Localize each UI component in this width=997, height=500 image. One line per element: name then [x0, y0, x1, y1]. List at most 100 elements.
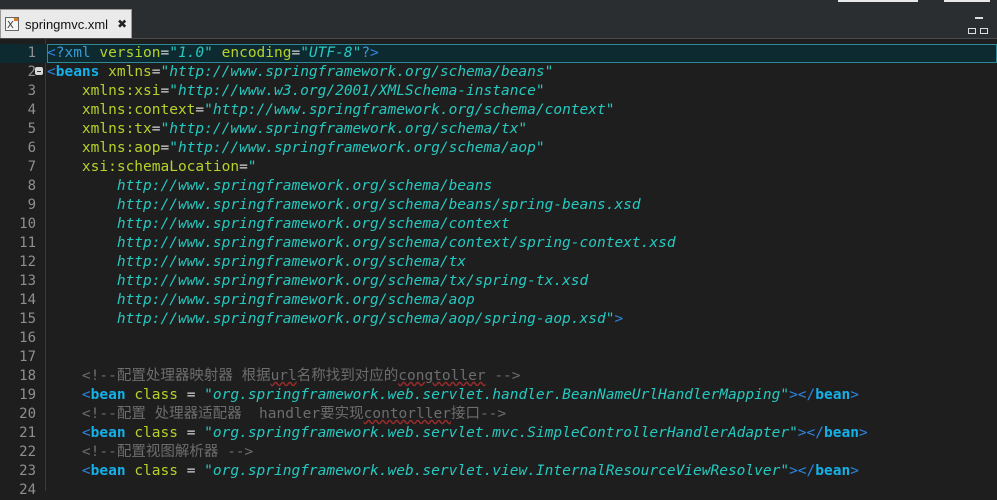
close-icon[interactable]: ✖	[117, 17, 127, 31]
code-line[interactable]: 23 <bean class = "org.springframework.we…	[0, 462, 997, 481]
code-text: <bean class = "org.springframework.web.s…	[47, 386, 997, 405]
code-line[interactable]: 3 xmlns:xsi="http://www.w3.org/2001/XMLS…	[0, 82, 997, 101]
code-line[interactable]: 20 <!--配置 处理器适配器 handler要实现contorller接口-…	[0, 405, 997, 424]
code-token: =	[160, 45, 170, 61]
code-token: =	[177, 387, 205, 403]
code-line[interactable]: 9 http://www.springframework.org/schema/…	[0, 196, 997, 215]
line-number: 13	[19, 273, 36, 289]
code-text: xmlns:context="http://www.springframewor…	[47, 101, 997, 120]
code-line[interactable]: 19 <bean class = "org.springframework.we…	[0, 386, 997, 405]
code-token: <	[81, 387, 91, 403]
code-token: http://www.springframework.org/schema/be…	[116, 197, 641, 213]
code-token: xmlns	[108, 64, 152, 80]
svg-text:X: X	[7, 20, 14, 31]
code-token: "http://www.springframework.org/schema/c…	[204, 102, 615, 118]
code-token: "org.springframework.web.servlet.handler…	[204, 387, 790, 403]
code-line[interactable]: 14 http://www.springframework.org/schema…	[0, 291, 997, 310]
code-line[interactable]: 8 http://www.springframework.org/schema/…	[0, 177, 997, 196]
code-token: http://www.springframework.org/schema/tx	[116, 254, 467, 270]
code-token: class	[134, 425, 178, 441]
code-line[interactable]: 15 http://www.springframework.org/schema…	[0, 310, 997, 329]
code-token: =	[177, 425, 205, 441]
code-line[interactable]: 2 <beans xmlns="http://www.springframewor…	[0, 63, 997, 82]
code-line[interactable]: 7 xsi:schemaLocation="	[0, 158, 997, 177]
code-line[interactable]: 17	[0, 348, 997, 367]
code-line[interactable]: 13 http://www.springframework.org/schema…	[0, 272, 997, 291]
code-text: <?xml version="1.0" encoding="UTF-8"?>	[47, 44, 997, 63]
code-token: >	[850, 387, 859, 403]
code-token: "org.springframework.web.servlet.mvc.Sim…	[204, 425, 798, 441]
code-token: =	[151, 64, 161, 80]
code-token: -->	[485, 368, 521, 384]
code-token: 名称找到对应的	[296, 368, 399, 384]
code-token: =	[151, 121, 161, 137]
code-token: <	[47, 45, 56, 61]
code-line[interactable]: 12 http://www.springframework.org/schema…	[0, 253, 997, 272]
line-number: 16	[19, 330, 36, 346]
line-number: 4	[27, 102, 36, 118]
code-line[interactable]: 5 xmlns:tx="http://www.springframework.o…	[0, 120, 997, 139]
code-line[interactable]: 24	[0, 481, 997, 500]
code-token: "UTF-8"	[300, 45, 362, 61]
window-control-strip[interactable]	[838, 0, 918, 2]
fold-collapse-icon[interactable]	[35, 67, 43, 75]
code-token: <!--配置处理器映射器 根据	[81, 368, 271, 384]
code-token: =	[160, 83, 170, 99]
line-number: 17	[19, 349, 36, 365]
editor-tab-bar: X springmvc.xml ✖	[0, 0, 997, 38]
code-token: "1.0"	[169, 45, 222, 61]
code-token: "http://www.springframework.org/schema/t…	[160, 121, 528, 137]
minimize-icon[interactable]	[975, 17, 983, 19]
code-token: =	[195, 102, 205, 118]
code-token: bean	[824, 425, 859, 441]
code-token: url	[270, 368, 297, 384]
code-token: "	[247, 159, 257, 175]
code-editor[interactable]: 1 <?xml version="1.0" encoding="UTF-8"?> 2…	[0, 38, 997, 498]
code-token: <	[81, 463, 91, 479]
line-number: 23	[19, 463, 36, 479]
code-line[interactable]: 21 <bean class = "org.springframework.we…	[0, 424, 997, 443]
code-token: http://www.springframework.org/schema/co…	[116, 216, 510, 232]
code-token: =	[160, 140, 170, 156]
code-line[interactable]: 16	[0, 329, 997, 348]
code-text: xsi:schemaLocation="	[47, 158, 997, 177]
code-token: class	[134, 463, 178, 479]
line-number: 15	[19, 311, 36, 327]
code-token: beans	[55, 64, 109, 80]
maximize-icon[interactable]	[968, 27, 996, 36]
code-token: version	[99, 45, 161, 61]
code-text: xmlns:aop="http://www.springframework.or…	[47, 139, 997, 158]
code-text: http://www.springframework.org/schema/tx	[47, 253, 997, 272]
code-text: xmlns:xsi="http://www.w3.org/2001/XMLSch…	[47, 82, 997, 101]
code-line[interactable]: 11 http://www.springframework.org/schema…	[0, 234, 997, 253]
code-text: <!--配置处理器映射器 根据url名称找到对应的congtoller -->	[47, 367, 997, 386]
window-control-strip-right[interactable]	[944, 0, 990, 2]
line-number: 20	[19, 406, 36, 422]
code-token: "http://www.w3.org/2001/XMLSchema-instan…	[169, 83, 545, 99]
code-line[interactable]: 6 xmlns:aop="http://www.springframework.…	[0, 139, 997, 158]
code-token: =	[291, 45, 301, 61]
code-line[interactable]: 1 <?xml version="1.0" encoding="UTF-8"?>	[0, 44, 997, 63]
code-token: http://www.springframework.org/schema/be…	[116, 178, 493, 194]
code-token: bean	[90, 425, 135, 441]
line-number: 12	[19, 254, 36, 270]
code-line[interactable]: 4 xmlns:context="http://www.springframew…	[0, 101, 997, 120]
code-token: xmlns:xsi	[81, 83, 161, 99]
tab-springmvc-xml[interactable]: X springmvc.xml ✖	[0, 9, 132, 38]
code-text: http://www.springframework.org/schema/co…	[47, 215, 997, 234]
code-line[interactable]: 10 http://www.springframework.org/schema…	[0, 215, 997, 234]
code-line[interactable]: 22 <!--配置视图解析器 -->	[0, 443, 997, 462]
code-text: http://www.springframework.org/schema/co…	[47, 234, 997, 253]
code-token: http://www.springframework.org/schema/ao…	[116, 292, 475, 308]
code-line[interactable]: 18 <!--配置处理器映射器 根据url名称找到对应的congtoller -…	[0, 367, 997, 386]
